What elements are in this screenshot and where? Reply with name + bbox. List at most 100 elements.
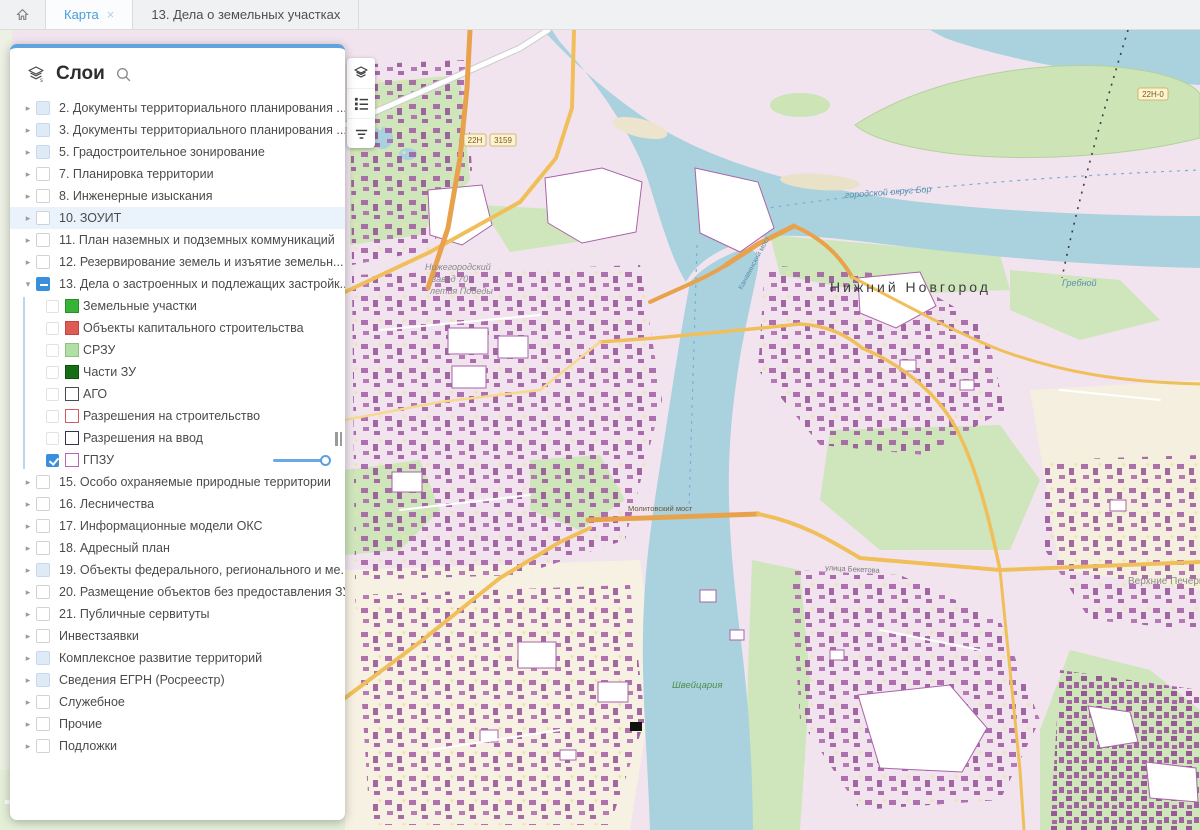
layer-checkbox[interactable] [36, 585, 50, 599]
layers-tool-button[interactable] [347, 58, 375, 88]
caret-icon[interactable]: ▸ [20, 125, 36, 136]
caret-icon[interactable]: ▸ [20, 631, 36, 642]
layer-checkbox[interactable] [36, 673, 50, 687]
layer-checkbox[interactable] [36, 475, 50, 489]
caret-icon[interactable]: ▸ [20, 477, 36, 488]
tab-land-cases-label: 13. Дела о земельных участках [151, 7, 340, 22]
layer-row-12[interactable]: ▸12. Резервирование земель и изъятие зем… [10, 251, 345, 273]
sublayer-checkbox[interactable] [46, 344, 59, 357]
tab-map[interactable]: Карта × [46, 0, 133, 29]
layer-checkbox[interactable] [36, 519, 50, 533]
layer-row-13[interactable]: ▾13. Дела о застроенных и подлежащих зас… [10, 273, 345, 295]
caret-icon[interactable]: ▸ [20, 653, 36, 664]
layer-row-19[interactable]: ▸19. Объекты федерального, регионального… [10, 559, 345, 581]
legend-tool-button[interactable] [347, 88, 375, 118]
layer-row-20[interactable]: ▸20. Размещение объектов без предоставле… [10, 581, 345, 603]
caret-icon[interactable]: ▸ [20, 235, 36, 246]
caret-icon[interactable]: ▸ [20, 103, 36, 114]
layer-row-other[interactable]: ▸Прочие [10, 713, 345, 735]
caret-icon[interactable]: ▸ [20, 257, 36, 268]
layer-row-11[interactable]: ▸11. План наземных и подземных коммуника… [10, 229, 345, 251]
sublayer-checkbox[interactable] [46, 300, 59, 313]
layer-row-basemaps[interactable]: ▸Подложки [10, 735, 345, 757]
layer-row-8[interactable]: ▸8. Инженерные изыскания [10, 185, 345, 207]
caret-icon[interactable]: ▸ [20, 499, 36, 510]
home-button[interactable] [0, 0, 46, 29]
sublayer-row-gpzu[interactable]: ГПЗУ [46, 449, 345, 471]
layer-row-2[interactable]: ▸2. Документы территориального планирова… [10, 97, 345, 119]
sublayer-row[interactable]: АГО [46, 383, 345, 405]
layer-row-krt[interactable]: ▸Комплексное развитие территорий [10, 647, 345, 669]
layers-panel-icon: s [26, 64, 46, 84]
caret-icon[interactable]: ▸ [20, 609, 36, 620]
caret-icon[interactable]: ▸ [20, 697, 36, 708]
sublayer-checkbox[interactable] [46, 432, 59, 445]
layer-checkbox[interactable] [36, 739, 50, 753]
layers-icon [353, 65, 369, 81]
caret-icon[interactable]: ▸ [20, 675, 36, 686]
caret-down-icon[interactable]: ▾ [20, 279, 36, 290]
layer-row-7[interactable]: ▸7. Планировка территории [10, 163, 345, 185]
layer-checkbox[interactable] [36, 607, 50, 621]
layer-checkbox[interactable] [36, 145, 50, 159]
search-icon[interactable] [115, 66, 132, 83]
layer-checkbox[interactable] [36, 211, 50, 225]
layer-checkbox[interactable] [36, 629, 50, 643]
layer-checkbox-indeterminate[interactable] [36, 277, 50, 291]
layer-row-16[interactable]: ▸16. Лесничества [10, 493, 345, 515]
layer-checkbox[interactable] [36, 255, 50, 269]
layer-checkbox[interactable] [36, 717, 50, 731]
layer-checkbox[interactable] [36, 189, 50, 203]
layer-row-18[interactable]: ▸18. Адресный план [10, 537, 345, 559]
caret-icon[interactable]: ▸ [20, 565, 36, 576]
sublayer-checkbox[interactable] [46, 322, 59, 335]
layer-row-5[interactable]: ▸5. Градостроительное зонирование [10, 141, 345, 163]
layer-checkbox[interactable] [36, 101, 50, 115]
layer-checkbox[interactable] [36, 651, 50, 665]
legend-list-icon [354, 96, 369, 111]
svg-text:3159: 3159 [494, 136, 512, 145]
layer-row-invest[interactable]: ▸Инвестзаявки [10, 625, 345, 647]
layer-row-21[interactable]: ▸21. Публичные сервитуты [10, 603, 345, 625]
layer-row-3[interactable]: ▸3. Документы территориального планирова… [10, 119, 345, 141]
panel-resize-handle[interactable] [335, 432, 342, 446]
layer-checkbox[interactable] [36, 695, 50, 709]
layer-checkbox[interactable] [36, 563, 50, 577]
caret-icon[interactable]: ▸ [20, 169, 36, 180]
layer-checkbox[interactable] [36, 233, 50, 247]
sublayer-row[interactable]: Разрешения на строительство [46, 405, 345, 427]
sublayer-row[interactable]: Земельные участки [46, 295, 345, 317]
layer-row-service[interactable]: ▸Служебное [10, 691, 345, 713]
caret-icon[interactable]: ▸ [20, 741, 36, 752]
layer-row-15[interactable]: ▸15. Особо охраняемые природные территор… [10, 471, 345, 493]
layer-checkbox[interactable] [36, 167, 50, 181]
caret-icon[interactable]: ▸ [20, 191, 36, 202]
caret-icon[interactable]: ▸ [20, 543, 36, 554]
tab-close-icon[interactable]: × [107, 8, 115, 21]
sublayer-checkbox-checked[interactable] [46, 454, 59, 467]
sublayer-row[interactable]: Части ЗУ [46, 361, 345, 383]
layer-checkbox[interactable] [36, 497, 50, 511]
layer-row-17[interactable]: ▸17. Информационные модели ОКС [10, 515, 345, 537]
caret-icon[interactable]: ▸ [20, 719, 36, 730]
sublayer-checkbox[interactable] [46, 366, 59, 379]
caret-icon[interactable]: ▸ [20, 213, 36, 224]
map-label-park: Швейцария [672, 680, 723, 691]
caret-icon[interactable]: ▸ [20, 521, 36, 532]
sublayer-row[interactable]: Разрешения на ввод [46, 427, 345, 449]
layer-row-10[interactable]: ▸10. ЗОУИТ [10, 207, 345, 229]
panel-title: Слои [56, 63, 105, 85]
slider-knob[interactable] [320, 455, 331, 466]
opacity-slider[interactable] [273, 455, 331, 466]
sublayer-row[interactable]: Объекты капитального строительства [46, 317, 345, 339]
tab-land-cases[interactable]: 13. Дела о земельных участках [133, 0, 359, 29]
caret-icon[interactable]: ▸ [20, 587, 36, 598]
sublayer-checkbox[interactable] [46, 410, 59, 423]
sublayer-row[interactable]: СРЗУ [46, 339, 345, 361]
layer-checkbox[interactable] [36, 541, 50, 555]
layer-row-egrn[interactable]: ▸Сведения ЕГРН (Росреестр) [10, 669, 345, 691]
caret-icon[interactable]: ▸ [20, 147, 36, 158]
filter-tool-button[interactable] [347, 118, 375, 148]
sublayer-checkbox[interactable] [46, 388, 59, 401]
layer-checkbox[interactable] [36, 123, 50, 137]
